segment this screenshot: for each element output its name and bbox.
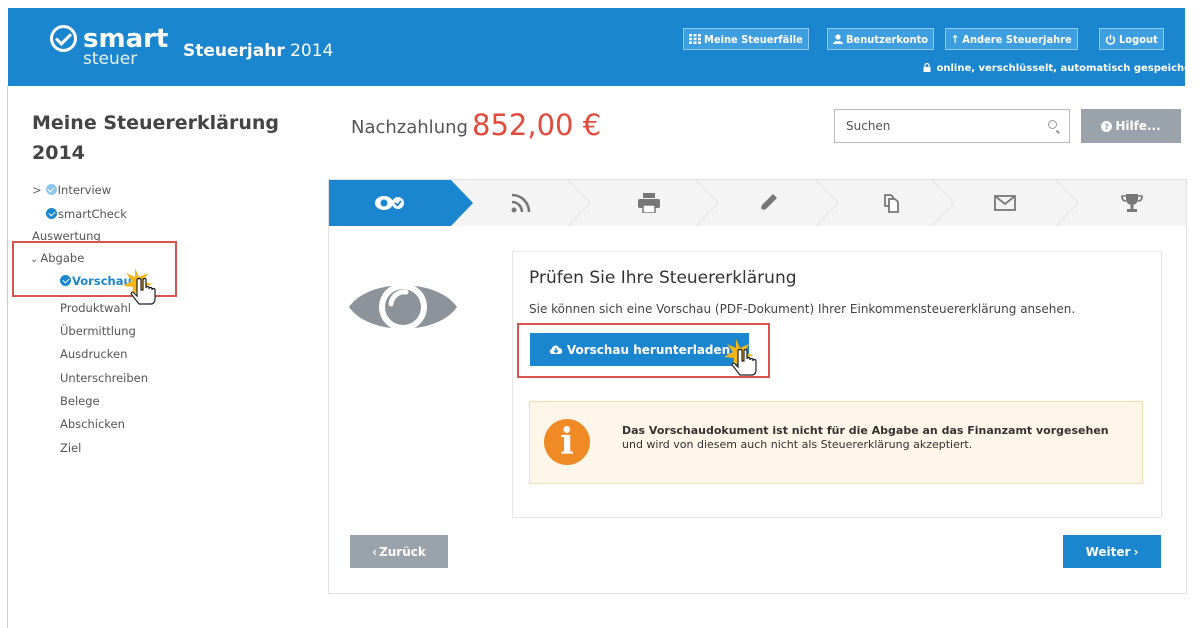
my-tax-cases-button[interactable]: Meine Steuerfälle xyxy=(683,28,809,50)
logo-text-top: smart xyxy=(83,23,169,54)
save-status-text: online, verschlüsselt, automatisch gespe… xyxy=(936,63,1201,74)
sidebar-item-abschicken[interactable]: Abschicken xyxy=(60,417,125,431)
user-account-label: Benutzerkonto xyxy=(846,32,929,46)
tax-year-value: 2014 xyxy=(290,41,334,61)
chevron-right-icon: > xyxy=(32,183,42,197)
tax-year-label: Steuerjahr xyxy=(183,41,285,61)
nachzahlung-label: Nachzahlung xyxy=(351,117,468,138)
arrow-up-icon: ↑ xyxy=(951,32,960,46)
sidebar-item-label: Abschicken xyxy=(60,417,125,431)
search-placeholder: Suchen xyxy=(846,119,891,133)
step-divider xyxy=(696,180,718,226)
sidebar-item-label: smartCheck xyxy=(58,207,127,221)
trophy-icon xyxy=(1121,194,1143,212)
next-button[interactable]: Weiter › xyxy=(1063,535,1161,568)
sidebar-item-label: Belege xyxy=(60,394,100,408)
back-label: Zurück xyxy=(379,544,426,559)
check-circle-icon xyxy=(46,208,57,219)
preview-title: Prüfen Sie Ihre Steuererklärung xyxy=(529,268,797,288)
info-text: Das Vorschaudokument ist nicht für die A… xyxy=(622,424,1122,452)
sidebar-item-interview[interactable]: > Interview xyxy=(32,183,111,197)
printer-icon xyxy=(638,193,660,213)
power-icon xyxy=(1105,34,1116,45)
check-circle-icon xyxy=(45,184,57,195)
rss-icon xyxy=(511,193,530,213)
step-divider xyxy=(568,180,590,226)
sidebar-item-uebermittlung[interactable]: Übermittlung xyxy=(60,324,136,338)
documents-icon xyxy=(884,194,899,213)
nachzahlung-amount: 852,00 € xyxy=(472,108,602,142)
hand-cursor-icon xyxy=(724,339,757,376)
search-icon[interactable] xyxy=(1048,120,1057,129)
step-print[interactable] xyxy=(590,180,708,226)
search-input[interactable]: Suchen xyxy=(834,109,1070,143)
sidebar-item-unterschreiben[interactable]: Unterschreiben xyxy=(60,371,148,385)
save-status: online, verschlüsselt, automatisch gespe… xyxy=(923,62,1201,74)
eye-check-icon xyxy=(375,196,404,210)
back-button[interactable]: ‹ Zurück xyxy=(350,535,448,568)
sidebar-item-belege[interactable]: Belege xyxy=(60,394,100,408)
chevron-left-icon: ‹ xyxy=(372,544,378,559)
info-text-bold: Das Vorschaudokument ist nicht für die A… xyxy=(622,424,1109,437)
help-label: Hilfe... xyxy=(1115,119,1161,133)
step-send[interactable] xyxy=(954,180,1056,226)
page-border xyxy=(7,86,8,628)
step-arrow xyxy=(451,180,473,226)
step-bar xyxy=(329,180,1186,226)
user-icon xyxy=(833,34,843,44)
help-button[interactable]: ? Hilfe... xyxy=(1081,109,1181,143)
app-header: smart steuer Steuerjahr 2014 Meine Steue… xyxy=(8,8,1201,86)
next-label: Weiter xyxy=(1085,544,1131,559)
svg-text:?: ? xyxy=(1104,121,1109,131)
envelope-icon xyxy=(994,195,1016,211)
lock-icon xyxy=(923,62,931,72)
preview-card: Prüfen Sie Ihre Steuererklärung Sie könn… xyxy=(512,251,1162,518)
other-tax-years-button[interactable]: ↑ Andere Steuerjahre xyxy=(945,28,1078,50)
smartsteuer-logo[interactable]: smart steuer xyxy=(50,25,168,68)
step-divider xyxy=(932,180,954,226)
step-rss[interactable] xyxy=(473,180,568,226)
sidebar-item-label: Ausdrucken xyxy=(60,347,128,361)
step-documents[interactable] xyxy=(838,180,944,226)
step-goal[interactable] xyxy=(1078,180,1186,226)
main-panel: Prüfen Sie Ihre Steuererklärung Sie könn… xyxy=(329,180,1186,593)
grid-icon xyxy=(689,34,701,44)
info-text-rest: und wird von diesem auch nicht als Steue… xyxy=(622,438,973,451)
sidebar-item-smartcheck[interactable]: smartCheck xyxy=(46,207,127,221)
eye-icon xyxy=(349,283,457,331)
info-notice: i Das Vorschaudokument ist nicht für die… xyxy=(529,401,1143,484)
step-sign[interactable] xyxy=(718,180,818,226)
sidebar-item-ziel[interactable]: Ziel xyxy=(60,441,81,455)
sidebar-item-label: Interview xyxy=(57,183,112,197)
pencil-icon xyxy=(760,194,777,211)
sidebar-item-label: Unterschreiben xyxy=(60,371,149,385)
chevron-right-icon: › xyxy=(1133,544,1139,559)
user-account-button[interactable]: Benutzerkonto xyxy=(827,28,935,50)
sidebar-item-ausdrucken[interactable]: Ausdrucken xyxy=(60,347,127,361)
logout-label: Logout xyxy=(1119,32,1158,46)
preview-description: Sie können sich eine Vorschau (PDF-Dokum… xyxy=(529,302,1076,316)
logout-button[interactable]: Logout xyxy=(1099,28,1164,50)
sidebar-item-label: Ziel xyxy=(60,441,82,455)
step-preview[interactable] xyxy=(329,180,451,226)
my-tax-cases-label: Meine Steuerfälle xyxy=(704,32,803,46)
check-circle-icon xyxy=(50,25,77,52)
tax-year-title: Steuerjahr 2014 xyxy=(183,41,333,61)
sidebar-title: Meine Steuererklärung 2014 xyxy=(32,112,280,164)
hand-cursor-icon xyxy=(123,268,156,305)
step-divider xyxy=(1056,180,1078,226)
info-icon: i xyxy=(544,419,590,465)
question-circle-icon: ? xyxy=(1101,120,1113,132)
step-divider xyxy=(816,180,838,226)
sidebar-item-label: Übermittlung xyxy=(60,324,136,338)
other-tax-years-label: Andere Steuerjahre xyxy=(962,32,1072,46)
